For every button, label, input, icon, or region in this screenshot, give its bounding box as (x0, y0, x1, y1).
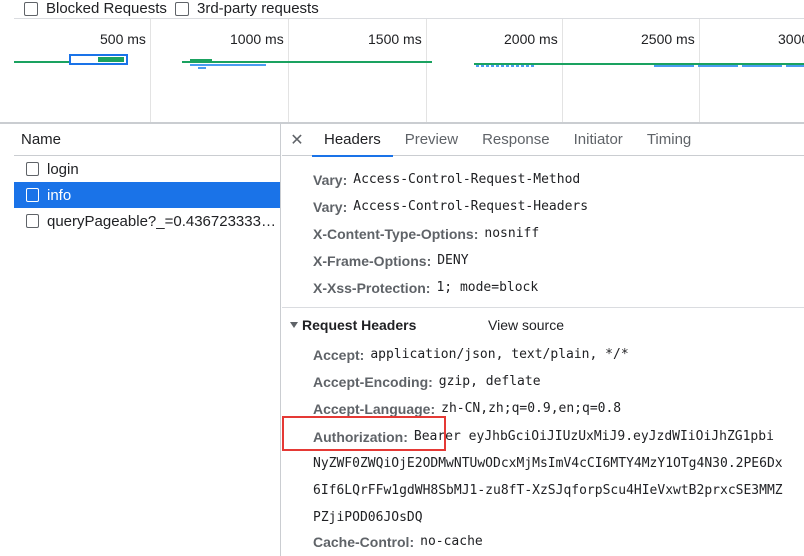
timeline-overview[interactable]: 500 ms 1000 ms 1500 ms 2000 ms 2500 ms 3… (14, 18, 804, 122)
authorization-continuation: 6If6LQrFFw1gdWH8SbMJ1-zu8fT-XzSJqforpScu… (313, 477, 783, 504)
third-party-checkbox[interactable]: 3rd-party requests (175, 0, 319, 17)
triangle-down-icon (290, 322, 298, 328)
tick-label: 1500 ms (368, 31, 422, 47)
tick-label: 2500 ms (641, 31, 695, 47)
header-value: nosniff (484, 226, 540, 241)
request-bar (98, 57, 124, 62)
tab-preview[interactable]: Preview (393, 124, 470, 156)
request-headers-toggle[interactable]: Request Headers (290, 315, 416, 335)
token-line: NyZWF0ZWQiOjE2ODMwNTUwODcxMjMsImV4cCI6MT… (313, 456, 783, 471)
request-bar (476, 65, 536, 67)
request-name: info (47, 186, 72, 204)
third-party-label: 3rd-party requests (197, 0, 319, 17)
blocked-requests-checkbox[interactable]: Blocked Requests (24, 0, 167, 17)
response-header-row: X-Content-Type-Options: nosniff (313, 220, 539, 247)
header-value: application/json, text/plain, */* (370, 347, 629, 362)
filter-row: Blocked Requests 3rd-party requests (0, 0, 804, 18)
checkbox-box[interactable] (24, 1, 38, 16)
header-value: Access-Control-Request-Method (353, 172, 581, 187)
request-name: queryPageable?_=0.4367233330... (47, 212, 280, 230)
tick-label: 500 ms (100, 31, 146, 47)
request-list-panel: Name login info queryPageable?_=0.436723… (14, 124, 281, 556)
highlight-annotation (282, 416, 446, 451)
gridline (288, 19, 289, 122)
request-headers-title: Request Headers (302, 317, 417, 333)
gridline (699, 19, 700, 122)
header-name: Cache-Control: (313, 533, 415, 550)
tick-label: 1000 ms (230, 31, 284, 47)
header-value: 1; mode=block (436, 280, 539, 295)
response-header-row: Vary: Access-Control-Request-Method (313, 166, 580, 193)
response-header-row: X-Frame-Options: DENY (313, 247, 469, 274)
tick-label: 3000 (778, 31, 804, 47)
request-header-row: Cache-Control: no-cache (313, 528, 483, 555)
request-bar (14, 61, 69, 63)
header-name: Accept-Encoding: (313, 373, 433, 390)
header-value: Access-Control-Request-Headers (353, 199, 589, 214)
tick-label: 2000 ms (504, 31, 558, 47)
name-column-header[interactable]: Name (14, 124, 280, 156)
tab-headers[interactable]: Headers (312, 124, 393, 157)
request-bar (190, 59, 212, 61)
section-divider (282, 307, 804, 308)
header-value: zh-CN,zh;q=0.9,en;q=0.8 (441, 401, 622, 416)
details-tabbar: ✕ Headers Preview Response Initiator Tim… (282, 124, 804, 157)
request-icon (26, 162, 39, 176)
header-name: Accept-Language: (313, 400, 436, 417)
request-icon (26, 188, 39, 202)
header-name: Vary: (313, 171, 348, 188)
checkbox-box[interactable] (175, 1, 189, 16)
blocked-requests-label: Blocked Requests (46, 0, 167, 17)
header-name: X-Frame-Options: (313, 252, 432, 269)
request-icon (26, 214, 39, 228)
header-value: Bearer eyJhbGciOiJIUzUxMiJ9.eyJzdWIiOiJh… (413, 429, 774, 444)
response-header-row: Vary: Access-Control-Request-Headers (313, 193, 588, 220)
header-name: X-Xss-Protection: (313, 279, 431, 296)
request-row-info[interactable]: info (14, 182, 280, 208)
request-header-row: Accept: application/json, text/plain, */… (313, 341, 629, 368)
request-bar (190, 64, 266, 66)
tab-response[interactable]: Response (470, 124, 562, 156)
header-value: DENY (437, 253, 469, 268)
request-bar (182, 61, 432, 63)
response-header-row: X-Xss-Protection: 1; mode=block (313, 274, 538, 301)
request-row-login[interactable]: login (14, 156, 280, 182)
gridline (562, 19, 563, 122)
request-name: login (47, 160, 79, 178)
view-source-link[interactable]: View source (488, 315, 564, 335)
request-bar (198, 67, 206, 69)
close-icon[interactable]: ✕ (282, 130, 312, 150)
authorization-continuation: NyZWF0ZWQiOjE2ODMwNTUwODcxMjMsImV4cCI6MT… (313, 450, 783, 477)
tab-initiator[interactable]: Initiator (562, 124, 635, 156)
authorization-continuation: PZjiPOD06JOsDQ (313, 504, 423, 531)
request-row-query[interactable]: queryPageable?_=0.4367233330... (14, 208, 280, 234)
token-line: PZjiPOD06JOsDQ (313, 510, 423, 525)
request-header-row: Accept-Encoding: gzip, deflate (313, 368, 541, 395)
tab-timing[interactable]: Timing (635, 124, 703, 156)
header-name: X-Content-Type-Options: (313, 225, 479, 242)
header-name: Accept: (313, 346, 365, 363)
token-line: 6If6LQrFFw1gdWH8SbMJ1-zu8fT-XzSJqforpScu… (313, 483, 783, 498)
header-value: no-cache (420, 534, 483, 549)
header-value: gzip, deflate (438, 374, 541, 389)
request-details-panel: ✕ Headers Preview Response Initiator Tim… (282, 124, 804, 556)
gridline (150, 19, 151, 122)
request-bar (654, 65, 804, 67)
gridline (426, 19, 427, 122)
header-name: Vary: (313, 198, 348, 215)
